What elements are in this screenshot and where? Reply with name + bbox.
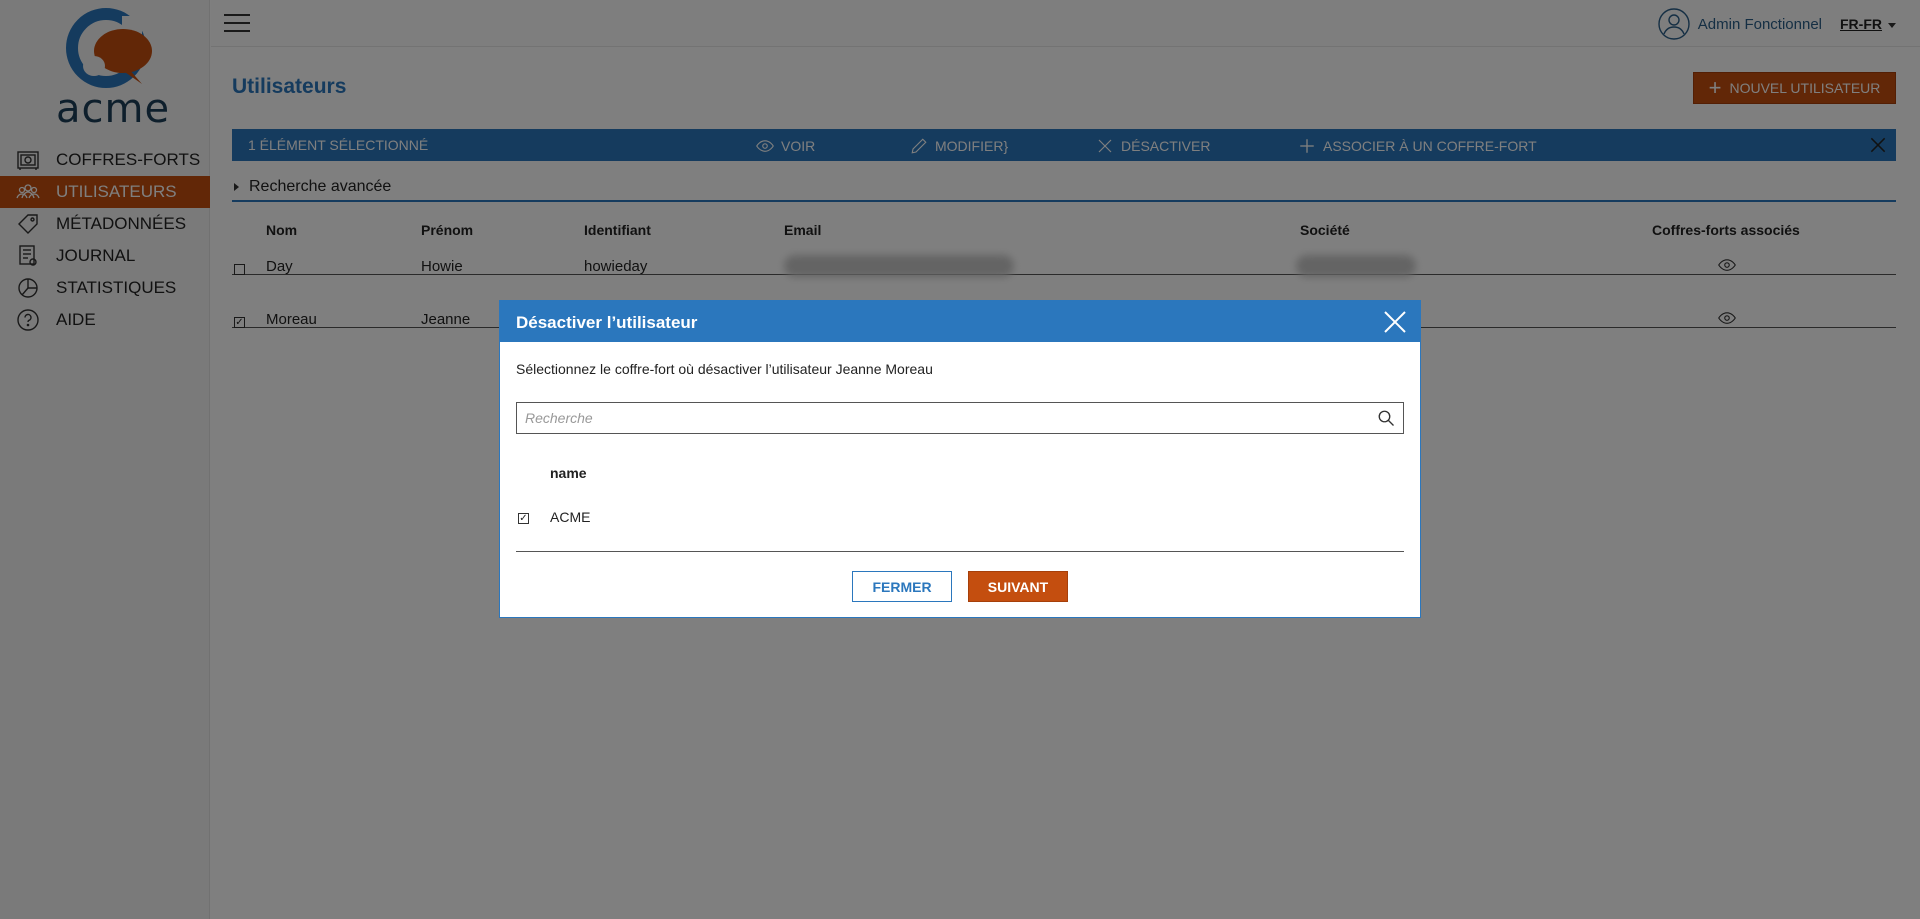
list-item[interactable]: ✓ ACME (516, 491, 1404, 552)
column-header-name[interactable]: name (550, 465, 587, 481)
vault-name: ACME (550, 509, 591, 525)
dialog-title: Désactiver l’utilisateur (516, 313, 698, 332)
search-icon[interactable] (1377, 409, 1395, 427)
deactivate-user-dialog: Désactiver l’utilisateur Sélectionnez le… (499, 300, 1421, 618)
next-button[interactable]: SUIVANT (968, 571, 1068, 602)
vault-search (516, 402, 1404, 434)
close-icon[interactable] (1382, 309, 1408, 335)
dialog-header: Désactiver l’utilisateur (500, 301, 1420, 342)
dialog-description: Sélectionnez le coffre-fort où désactive… (516, 361, 933, 377)
close-button[interactable]: FERMER (852, 571, 952, 602)
search-input[interactable] (517, 403, 1357, 433)
vault-checkbox-checked[interactable]: ✓ (518, 513, 529, 524)
